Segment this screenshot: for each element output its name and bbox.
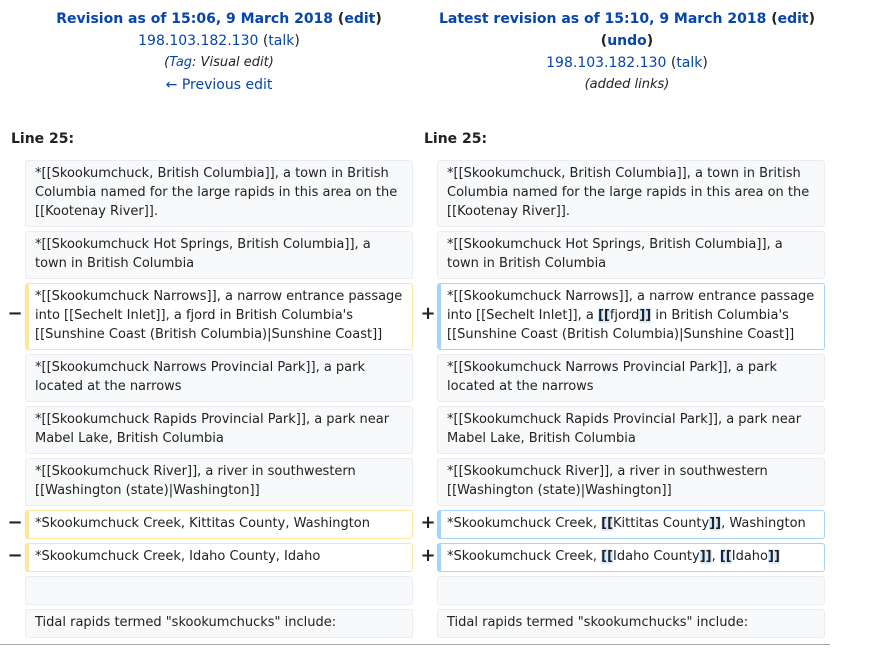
diff-plus-marker: + [420,545,436,566]
new-revision-title-line: Latest revision as of 15:10, 9 March 201… [438,11,816,27]
new-revision-user-line: 198.103.182.130 (talk) [546,55,708,71]
new-revision-edit-link[interactable]: edit [778,11,809,27]
tag-link[interactable]: Tag [169,55,192,70]
old-revision-title-link[interactable]: Revision as of 15:06, 9 March 2018 [56,11,333,27]
diff-context-left: Tidal rapids termed "skookumchucks" incl… [25,609,413,638]
diff-added-line: *Skookumchuck Creek, [[Idaho County]], [… [437,543,825,572]
diff-context-right: *[[Skookumchuck Narrows Provincial Park]… [437,354,825,402]
line-number-left: Line 25: [11,131,75,147]
diff-context-right [437,576,825,605]
diff-context-left: *[[Skookumchuck River]], a river in sout… [25,458,413,506]
undo-line: (undo) [600,33,654,49]
old-revision-talk-link[interactable]: talk [268,33,294,49]
inserted-text: ]] [768,549,780,564]
diff-context-right: *[[Skookumchuck, British Columbia]], a t… [437,160,825,227]
diff-minus-marker: − [7,512,23,533]
old-revision-edit-link[interactable]: edit [344,11,375,27]
diff-added-line: *[[Skookumchuck Narrows]], a narrow entr… [437,283,825,350]
inserted-text: [[ [597,308,610,323]
diff-plus-marker: + [420,512,436,533]
new-revision-title-link[interactable]: Latest revision as of 15:10, 9 March 201… [439,11,766,27]
diff-context-left: *[[Skookumchuck Hot Springs, British Col… [25,231,413,279]
old-revision-header: Revision as of 15:06, 9 March 2018 (edit… [10,8,428,96]
diff-added-line: *Skookumchuck Creek, [[Kittitas County]]… [437,510,825,539]
diff-plus-marker: + [420,303,436,324]
diff-context-right: *[[Skookumchuck Rapids Provincial Park]]… [437,406,825,454]
previous-edit-link[interactable]: ← Previous edit [166,77,273,93]
edit-summary: (added links) [584,77,670,92]
new-revision-talk-link[interactable]: talk [676,55,702,71]
new-revision-user-link[interactable]: 198.103.182.130 [546,55,666,71]
undo-link[interactable]: undo [607,33,647,49]
diff-deleted-line: *Skookumchuck Creek, Kittitas County, Wa… [25,510,413,539]
old-revision-tag-line: (Tag: Visual edit) [164,55,274,70]
new-revision-header: Latest revision as of 15:10, 9 March 201… [422,8,832,96]
old-revision-user-line: 198.103.182.130 (talk) [138,33,300,49]
inserted-text: [[ [601,516,614,531]
diff-context-left: *[[Skookumchuck Narrows Provincial Park]… [25,354,413,402]
old-revision-user-link[interactable]: 198.103.182.130 [138,33,258,49]
inserted-text: [[ [719,549,732,564]
diff-context-left [25,576,413,605]
diff-context-left: *[[Skookumchuck Rapids Provincial Park]]… [25,406,413,454]
diff-context-right: Tidal rapids termed "skookumchucks" incl… [437,609,825,638]
line-number-right: Line 25: [424,131,488,147]
old-revision-title-line: Revision as of 15:06, 9 March 2018 (edit… [56,11,382,27]
inserted-text: [[ [601,549,614,564]
diff-deleted-line: *Skookumchuck Creek, Idaho County, Idaho [25,543,413,572]
diff-deleted-line: *[[Skookumchuck Narrows]], a narrow entr… [25,283,413,350]
diff-minus-marker: − [7,545,23,566]
diff-context-left: *[[Skookumchuck, British Columbia]], a t… [25,160,413,227]
inserted-text: ]] [699,549,712,564]
previous-edit-line: ← Previous edit [10,74,428,96]
inserted-text: ]] [639,308,652,323]
diff-context-right: *[[Skookumchuck River]], a river in sout… [437,458,825,506]
diff-context-right: *[[Skookumchuck Hot Springs, British Col… [437,231,825,279]
bottom-divider [0,644,830,645]
diff-minus-marker: − [7,303,23,324]
inserted-text: ]] [709,516,722,531]
